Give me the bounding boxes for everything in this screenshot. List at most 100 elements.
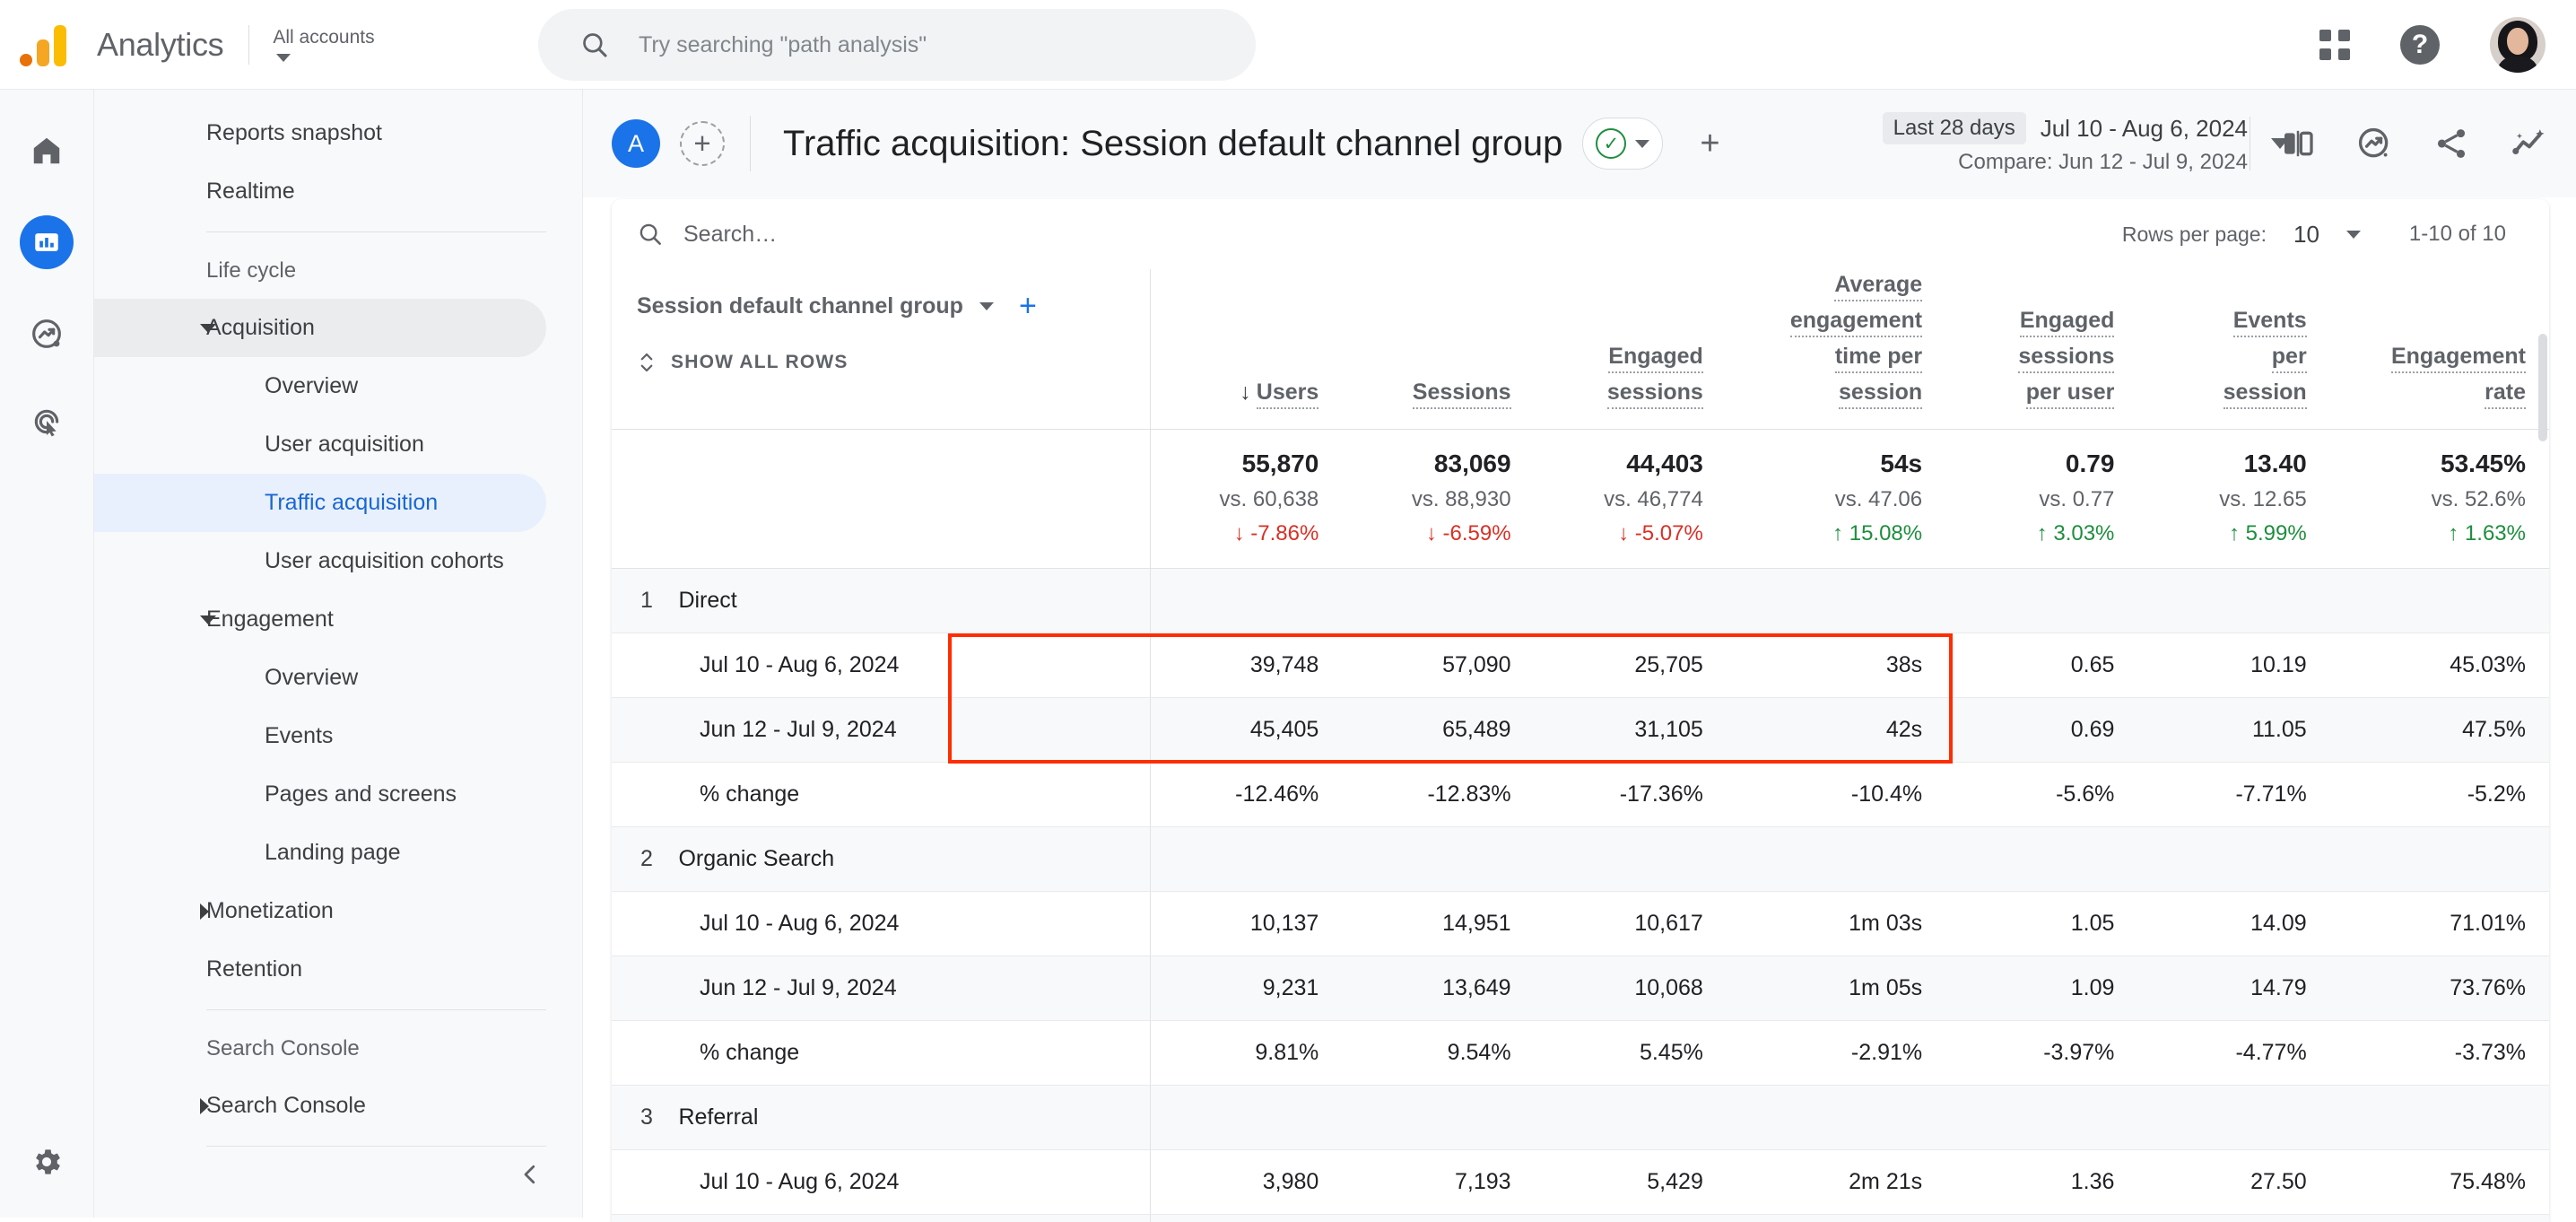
search-icon	[637, 221, 664, 248]
column-label: Engagement	[2391, 341, 2526, 373]
property-badge[interactable]: A	[612, 119, 660, 168]
column-header-engaged-sessions[interactable]: Engaged sessions	[1535, 269, 1727, 430]
column-header-sessions[interactable]: Sessions	[1342, 269, 1534, 430]
cell-avg-engagement-time: 42s	[1727, 698, 1945, 763]
cell-engagement-rate: 73.76%	[2330, 956, 2549, 1021]
nav-item-retention[interactable]: Retention	[94, 940, 546, 999]
date-range-picker[interactable]: Last 28 days Jul 10 - Aug 6, 2024 Compar…	[1883, 90, 2289, 197]
group-cell: 2 Organic Search	[612, 827, 1150, 892]
column-header-events-per-session[interactable]: Events per session	[2137, 269, 2329, 430]
chevron-down-icon[interactable]	[2346, 231, 2361, 239]
cell-events-per-session: 14.65	[2137, 1215, 2329, 1222]
account-selector-label: All accounts	[273, 27, 374, 48]
account-selector[interactable]: All accounts	[273, 27, 374, 62]
gear-icon[interactable]	[23, 1139, 70, 1185]
table-body: 1 Direct Jul 10 - Aug 6, 2024 39,748 57,…	[612, 569, 2549, 1222]
vertical-scrollbar[interactable]	[2538, 334, 2547, 441]
global-search-input[interactable]: Try searching "path analysis"	[538, 9, 1256, 81]
cell-engaged-sessions-per-user: -5.6%	[1945, 763, 2137, 827]
nav-item-user-acquisition[interactable]: User acquisition	[94, 415, 546, 474]
nav-label: Engagement	[206, 607, 334, 633]
cell-engagement-rate: -3.73%	[2330, 1021, 2549, 1086]
nav-item-user-acquisition-cohorts[interactable]: User acquisition cohorts	[94, 532, 546, 590]
total-comparison: vs. 46,774	[1535, 487, 1703, 512]
totals-cell-engagement-rate: 53.45% vs. 52.6% ↑ 1.63%	[2330, 430, 2549, 569]
report-table-card: Search… Rows per page: 10 1-10 of 10 Ses…	[612, 199, 2549, 1222]
nav-item-realtime[interactable]: Realtime	[94, 162, 546, 221]
table-totals-row: 55,870 vs. 60,638 ↓ -7.86% 83,069 vs. 88…	[612, 430, 2549, 569]
nav-label: Acquisition	[206, 315, 315, 341]
insights-icon[interactable]	[2355, 125, 2393, 162]
nav-item-events[interactable]: Events	[94, 707, 546, 765]
nav-group-monetization[interactable]: Monetization	[94, 882, 546, 940]
period-label: % change	[612, 763, 1150, 827]
nav-label: Events	[265, 723, 333, 749]
table-row: Jun 12 - Jul 9, 2024 9,231 13,649 10,068…	[612, 956, 2549, 1021]
share-icon[interactable]	[2432, 125, 2470, 162]
nav-item-acquisition-overview[interactable]: Overview	[94, 357, 546, 415]
chevron-down-icon[interactable]	[979, 302, 994, 310]
ai-trend-icon[interactable]	[2510, 125, 2549, 162]
advertising-icon[interactable]	[23, 398, 70, 445]
collapse-navigation-button[interactable]	[507, 1151, 553, 1198]
table-search-input[interactable]: Search…	[637, 221, 777, 248]
apps-grid-icon[interactable]	[2319, 30, 2350, 60]
add-property-button[interactable]: +	[680, 121, 725, 166]
nav-label: Traffic acquisition	[265, 490, 438, 516]
add-comparison-button[interactable]: +	[1686, 120, 1733, 167]
cell-sessions: 7,193	[1342, 1150, 1534, 1215]
period-label: Jun 12 - Jul 9, 2024	[612, 956, 1150, 1021]
totals-cell-engaged-sessions: 44,403 vs. 46,774 ↓ -5.07%	[1535, 430, 1727, 569]
cell-avg-engagement-time: 38s	[1727, 633, 1945, 698]
totals-cell-avg-engagement-time: 54s vs. 47.06 ↑ 15.08%	[1727, 430, 1945, 569]
column-header-engaged-sessions-per-user[interactable]: Engaged sessions per user	[1945, 269, 2137, 430]
cell-sessions: 5,671	[1342, 1215, 1534, 1222]
totals-dimension-cell	[612, 430, 1150, 569]
table-row[interactable]: 3 Referral	[612, 1086, 2549, 1150]
cell-users: 3,980	[1150, 1150, 1342, 1215]
cell-events-per-session: -4.77%	[2137, 1021, 2329, 1086]
help-icon[interactable]: ?	[2400, 25, 2440, 65]
column-label: Engaged	[1608, 341, 1703, 373]
total-value: 55,870	[1151, 450, 1319, 478]
total-delta: ↓ -6.59%	[1342, 521, 1510, 546]
reports-icon[interactable]	[20, 215, 74, 269]
total-value: 0.79	[1945, 450, 2114, 478]
cell-sessions: 57,090	[1342, 633, 1534, 698]
header-divider	[248, 25, 249, 65]
nav-group-search-console[interactable]: Search Console	[94, 1077, 546, 1135]
column-header-engagement-rate[interactable]: Engagement rate	[2330, 269, 2549, 430]
table-row[interactable]: 2 Organic Search	[612, 827, 2549, 892]
nav-item-pages-and-screens[interactable]: Pages and screens	[94, 765, 546, 824]
rows-per-page-value[interactable]: 10	[2293, 221, 2319, 249]
date-range-compare: Compare: Jun 12 - Jul 9, 2024	[1883, 150, 2248, 175]
cell-engagement-rate: 74.29%	[2330, 1215, 2549, 1222]
data-status-chip[interactable]: ✓	[1582, 118, 1663, 170]
chevron-right-icon	[200, 1098, 209, 1114]
column-label: Users	[1257, 377, 1319, 409]
explore-icon[interactable]	[23, 310, 70, 357]
table-row: % change 9.81% 9.54% 5.45% -2.91% -3.97%…	[612, 1021, 2549, 1086]
avatar[interactable]	[2490, 17, 2546, 73]
column-header-average-engagement-time-per-session[interactable]: Average engagement time per session	[1727, 269, 1945, 430]
nav-label: Realtime	[206, 179, 295, 205]
total-comparison: vs. 88,930	[1342, 487, 1510, 512]
show-all-rows-button[interactable]: SHOW ALL ROWS	[637, 349, 1150, 376]
row-name: Organic Search	[678, 846, 834, 871]
column-label: per user	[2026, 377, 2115, 409]
nav-item-traffic-acquisition[interactable]: Traffic acquisition	[94, 474, 546, 532]
home-icon[interactable]	[23, 127, 70, 174]
table-row[interactable]: 1 Direct	[612, 569, 2549, 633]
nav-group-engagement[interactable]: Engagement	[94, 590, 546, 649]
cell-engaged-sessions: 31,105	[1535, 698, 1727, 763]
add-dimension-button[interactable]: +	[1019, 289, 1037, 324]
page-title: Traffic acquisition: Session default cha…	[783, 124, 1562, 164]
nav-item-landing-page[interactable]: Landing page	[94, 824, 546, 882]
cell-events-per-session: 10.19	[2137, 633, 2329, 698]
compare-panel-icon[interactable]	[2280, 126, 2316, 161]
nav-group-acquisition[interactable]: Acquisition	[94, 299, 546, 357]
nav-item-reports-snapshot[interactable]: Reports snapshot	[94, 104, 546, 162]
column-header-users[interactable]: ↓Users	[1150, 269, 1342, 430]
dimension-label[interactable]: Session default channel group	[637, 293, 963, 319]
nav-item-engagement-overview[interactable]: Overview	[94, 649, 546, 707]
